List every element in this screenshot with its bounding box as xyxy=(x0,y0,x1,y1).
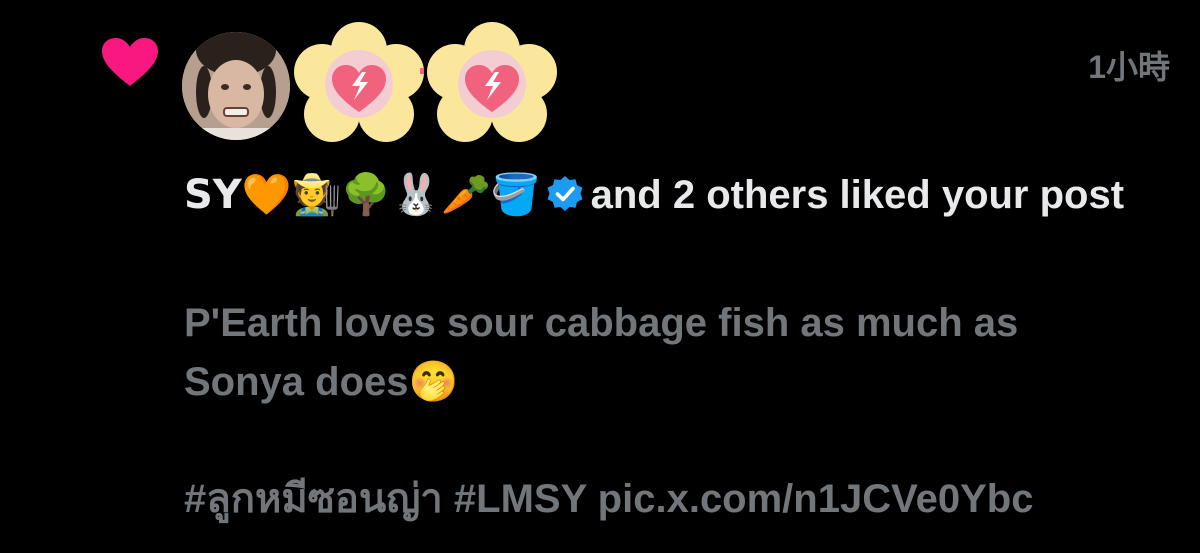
avatar[interactable] xyxy=(427,22,557,142)
hashtag-link[interactable]: #ลูกหมีซอนญ่า xyxy=(184,477,443,521)
hashtag-link[interactable]: #LMSY xyxy=(454,477,587,521)
avatar[interactable] xyxy=(294,22,428,142)
post-text-line: Sonya does🤭 xyxy=(184,353,1174,412)
notification-headline: SY🧡🧑‍🌾🌳🐰🥕🪣 and 2 others liked your post xyxy=(184,165,1164,226)
liker-name[interactable]: SY🧡🧑‍🌾🌳🐰🥕🪣 xyxy=(184,172,541,218)
post-tags-line: #ลูกหมีซอนญ่า #LMSY pic.x.com/n1JCVe0Ybc xyxy=(184,470,1184,529)
post-text-line: P'Earth loves sour cabbage fish as much … xyxy=(184,301,1019,345)
post-text-fragment: Sonya does xyxy=(184,360,409,404)
verified-badge-icon xyxy=(547,176,583,211)
post-preview[interactable]: P'Earth loves sour cabbage fish as much … xyxy=(184,294,1174,412)
timestamp: 1小時 xyxy=(1088,49,1170,85)
post-media-link[interactable]: pic.x.com/n1JCVe0Ybc xyxy=(598,477,1034,521)
face-with-hand-over-mouth-emoji: 🤭 xyxy=(408,359,459,405)
heart-icon xyxy=(102,38,158,86)
avatar[interactable] xyxy=(182,32,290,140)
like-notification[interactable]: 1小時 SY🧡🧑‍🌾🌳🐰🥕🪣 and 2 others liked your p… xyxy=(0,0,1200,553)
notification-action-text: and 2 others liked your post xyxy=(590,173,1125,217)
liker-avatars xyxy=(182,22,562,142)
